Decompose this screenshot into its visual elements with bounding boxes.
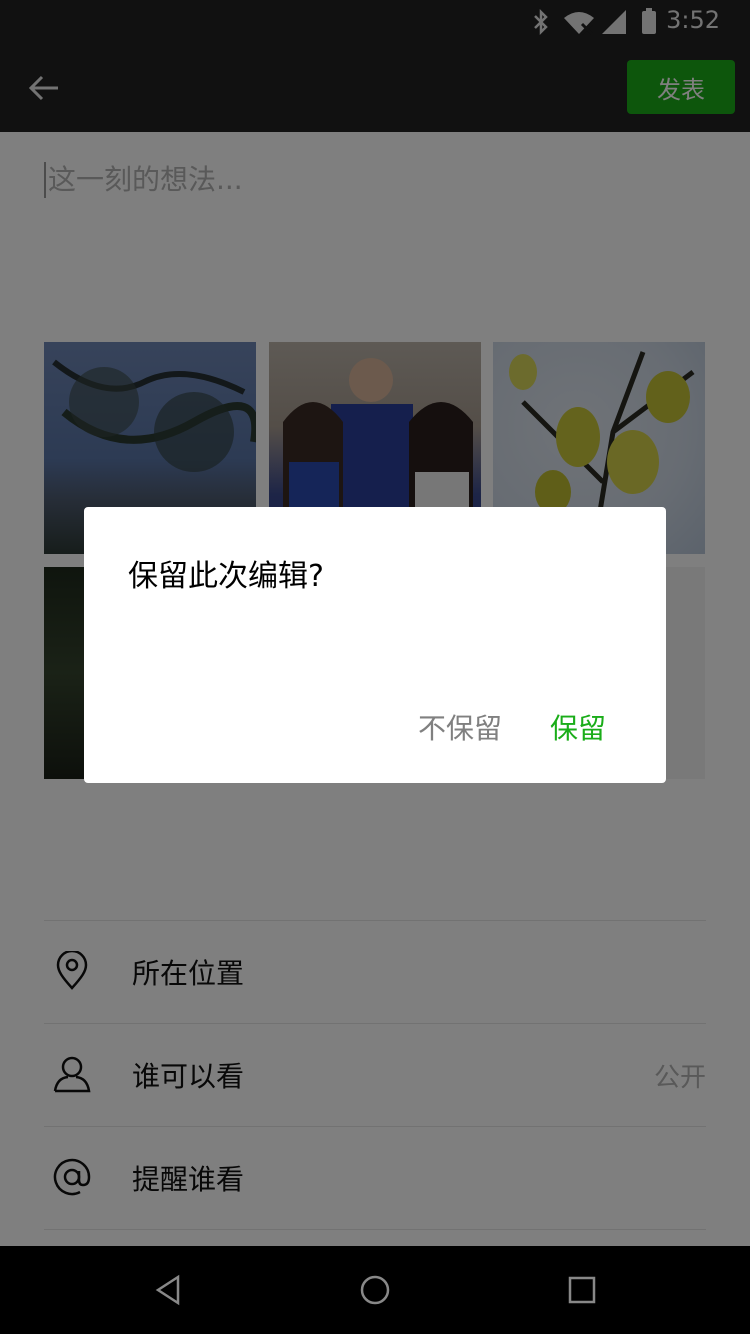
discard-button[interactable]: 不保留	[418, 707, 502, 747]
keep-edit-dialog: 保留此次编辑? 不保留 保留	[84, 507, 666, 783]
nav-home-icon[interactable]	[357, 1272, 393, 1308]
dialog-title: 保留此次编辑?	[128, 559, 324, 594]
nav-back-icon[interactable]	[150, 1272, 186, 1308]
keep-button[interactable]: 保留	[550, 707, 606, 747]
system-nav-bar	[0, 1246, 750, 1334]
nav-recents-icon[interactable]	[564, 1272, 600, 1308]
